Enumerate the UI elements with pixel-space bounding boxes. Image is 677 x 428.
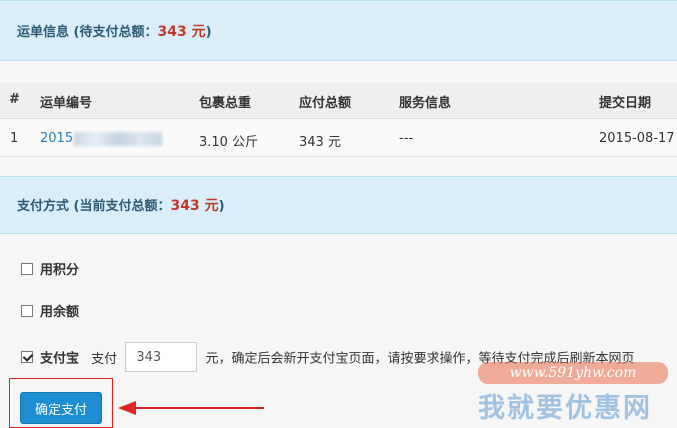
use-points-option[interactable]: 用积分 <box>21 259 79 278</box>
waybill-table: # 运单编号 包裹总重 应付总额 服务信息 提交日期 1 2015 3.10 公… <box>0 83 677 157</box>
watermark-url: www.591yhw.com <box>478 362 668 384</box>
use-balance-checkbox[interactable] <box>21 304 33 317</box>
alipay-amount-input[interactable] <box>125 342 198 372</box>
table-row: 1 2015 3.10 公斤 343 元 --- 2015-08-17 <box>0 119 677 157</box>
use-points-checkbox[interactable] <box>21 262 33 275</box>
waybill-number-link[interactable]: 2015 <box>40 131 163 146</box>
confirm-payment-button[interactable]: 确定支付 <box>20 392 102 424</box>
current-total-amount: 343 元 <box>170 198 219 214</box>
red-arrow-icon <box>118 401 264 415</box>
row-index: 1 <box>10 131 19 146</box>
col-index-header: # <box>9 92 20 107</box>
watermark-logo-text: 我就要优惠网 <box>478 393 652 424</box>
waybill-info-title: 运单信息 (待支付总额：343 元) <box>17 23 212 40</box>
row-date: 2015-08-17 <box>599 131 675 146</box>
col-date-header: 提交日期 <box>599 96 652 111</box>
waybill-info-panel: 运单信息 (待支付总额：343 元) <box>0 0 677 61</box>
table-header-row: # 运单编号 包裹总重 应付总额 服务信息 提交日期 <box>0 83 677 119</box>
row-service: --- <box>399 131 414 146</box>
col-total-header: 应付总额 <box>299 96 352 111</box>
alipay-checkbox[interactable] <box>21 351 33 363</box>
pending-total-amount: 343 元 <box>157 23 206 40</box>
col-service-header: 服务信息 <box>399 96 452 111</box>
redacted-blur <box>74 131 163 146</box>
payment-method-title: 支付方式 (当前支付总额：343 元) <box>17 198 225 214</box>
use-balance-option[interactable]: 用余额 <box>21 301 79 320</box>
row-weight: 3.10 公斤 <box>199 135 259 150</box>
payment-method-panel: 支付方式 (当前支付总额：343 元) <box>0 176 677 234</box>
col-weight-header: 包裹总重 <box>199 96 252 111</box>
col-waybill-header: 运单编号 <box>40 96 93 111</box>
alipay-label: 支付宝 <box>40 351 80 367</box>
row-total: 343 元 <box>299 135 341 150</box>
